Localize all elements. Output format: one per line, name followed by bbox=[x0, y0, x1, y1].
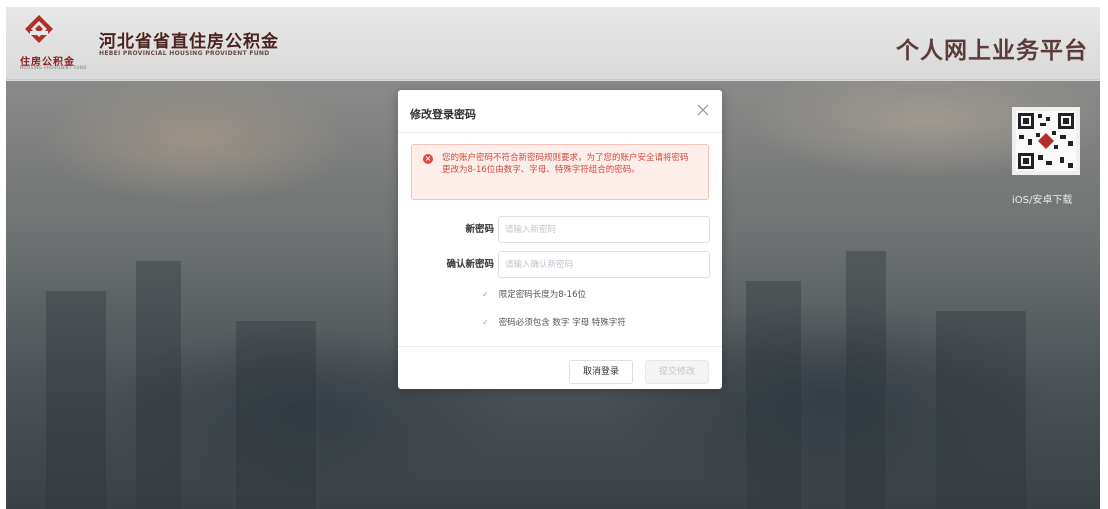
bg-building bbox=[846, 251, 886, 509]
org-name: 河北省省直住房公积金 bbox=[99, 32, 279, 52]
new-password-label: 新密码 bbox=[465, 224, 494, 235]
bg-building bbox=[936, 311, 1026, 509]
footer-divider bbox=[398, 346, 722, 347]
error-alert: × 您的账户密码不符合新密码规则要求，为了您的账户安全请将密码更改为8-16位由… bbox=[411, 144, 709, 200]
bg-building bbox=[746, 281, 801, 509]
top-header: 住房公积金 HOUSING PROVIDENT FUND 河北省省直住房公积金 … bbox=[6, 7, 1100, 80]
check-icon: ✓ bbox=[482, 318, 489, 327]
submit-change-button[interactable]: 提交修改 bbox=[645, 360, 709, 384]
qr-code-icon[interactable] bbox=[1012, 107, 1080, 175]
dialog-title: 修改登录密码 bbox=[410, 108, 476, 121]
platform-title: 个人网上业务平台 bbox=[896, 38, 1088, 64]
org-name-en: HEBEI PROVINCIAL HOUSING PROVIDENT FUND bbox=[99, 50, 270, 57]
confirm-password-input[interactable] bbox=[498, 251, 710, 278]
check-icon: ✓ bbox=[482, 290, 489, 299]
alert-text: 您的账户密码不符合新密码规则要求，为了您的账户安全请将密码更改为8-16位由数字… bbox=[442, 153, 689, 175]
rule-text: 限定密码长度为8-16位 bbox=[498, 290, 586, 300]
bg-building bbox=[136, 261, 181, 509]
app-frame: 住房公积金 HOUSING PROVIDENT FUND 河北省省直住房公积金 … bbox=[6, 7, 1100, 509]
error-icon: × bbox=[423, 154, 433, 164]
title-divider bbox=[398, 132, 722, 133]
rule-length: ✓ 限定密码长度为8-16位 bbox=[482, 288, 586, 302]
close-icon[interactable] bbox=[696, 103, 710, 117]
rule-text: 密码必须包含 数字 字母 特殊字符 bbox=[498, 318, 626, 328]
bg-building bbox=[46, 291, 106, 509]
new-password-row: 新密码 bbox=[398, 216, 722, 244]
confirm-password-row: 确认新密码 bbox=[398, 251, 722, 279]
qr-label: iOS/安卓下载 bbox=[1012, 195, 1073, 206]
cancel-login-button[interactable]: 取消登录 bbox=[569, 360, 633, 384]
logo-icon bbox=[25, 15, 53, 43]
change-password-dialog: 修改登录密码 × 您的账户密码不符合新密码规则要求，为了您的账户安全请将密码更改… bbox=[398, 90, 722, 389]
bg-building bbox=[236, 321, 316, 509]
logo-tiny-text: HOUSING PROVIDENT FUND bbox=[20, 65, 87, 70]
confirm-password-label: 确认新密码 bbox=[446, 259, 494, 270]
new-password-input[interactable] bbox=[498, 216, 710, 243]
rule-charset: ✓ 密码必须包含 数字 字母 特殊字符 bbox=[482, 316, 626, 330]
